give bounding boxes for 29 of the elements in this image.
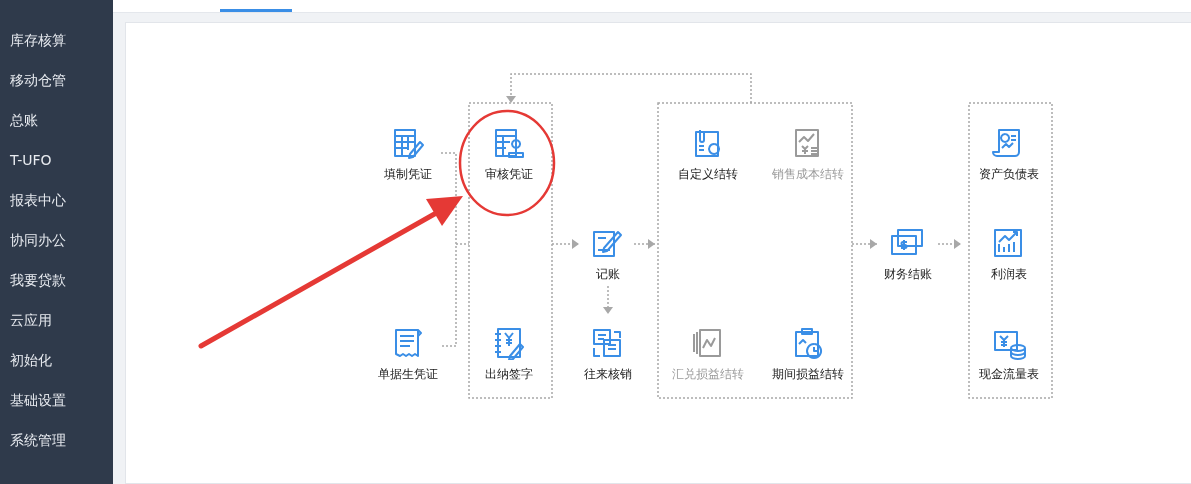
sidebar-item[interactable]: 初始化 xyxy=(0,340,113,380)
connector-arrow xyxy=(603,285,613,315)
connector-arrow xyxy=(551,239,580,249)
active-tab-indicator xyxy=(220,9,292,12)
flow-step-button[interactable]: 财务结账 xyxy=(858,226,958,283)
flow-step-button[interactable]: 资产负债表 xyxy=(959,126,1059,183)
connector-arrow xyxy=(851,239,878,249)
flow-step-button[interactable]: 记账 xyxy=(558,226,658,283)
flow-step-button[interactable]: 填制凭证 xyxy=(358,126,458,183)
sidebar-item[interactable]: 总账 xyxy=(0,100,113,140)
sidebar-item[interactable]: 系统管理 xyxy=(0,420,113,460)
flow-step-button[interactable]: 利润表 xyxy=(959,226,1059,283)
connector-arrow xyxy=(937,239,962,249)
flow-step-button[interactable]: 现金流量表 xyxy=(959,326,1059,383)
sidebar-item[interactable]: 协同办公 xyxy=(0,220,113,260)
flow-step-button[interactable]: 自定义结转 xyxy=(658,126,758,183)
sidebar-item[interactable]: 基础设置 xyxy=(0,380,113,420)
flow-step-button[interactable]: 往来核销 xyxy=(558,326,658,383)
sidebar-item[interactable]: 云应用 xyxy=(0,300,113,340)
connector-arrow xyxy=(633,239,656,249)
sidebar-item[interactable]: T-UFO xyxy=(0,140,113,180)
flow-step-button[interactable]: 单据生凭证 xyxy=(358,326,458,383)
flow-step-button[interactable]: 审核凭证 xyxy=(459,126,559,183)
sidebar-item[interactable]: 移动仓管 xyxy=(0,60,113,100)
sidebar-item[interactable]: 我要贷款 xyxy=(0,260,113,300)
sidebar-item[interactable]: 库存核算 xyxy=(0,20,113,60)
sidebar-item[interactable]: 报表中心 xyxy=(0,180,113,220)
flow-step-button[interactable]: 出纳签字 xyxy=(459,326,559,383)
flow-step-button[interactable]: 期间损益结转 xyxy=(758,326,858,383)
